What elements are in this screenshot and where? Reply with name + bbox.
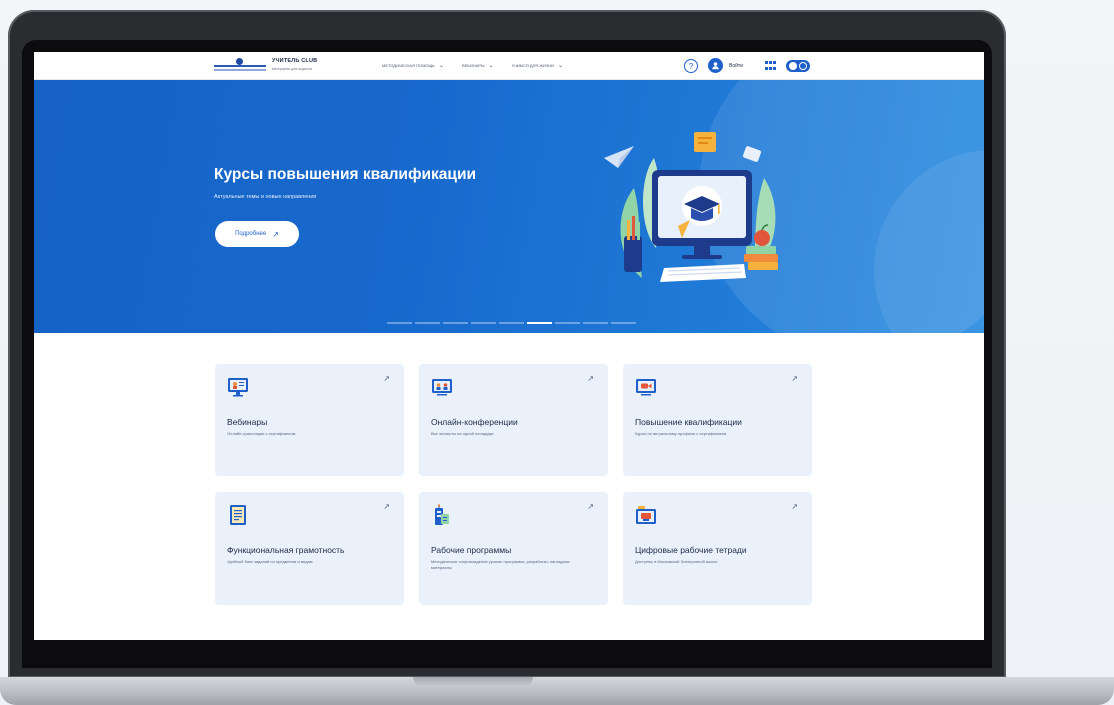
login-link[interactable]: Войти bbox=[729, 63, 743, 69]
card-title: Онлайн-конференции bbox=[431, 417, 518, 427]
card-digital-workbooks[interactable]: ↗ Цифровые рабочие тетради Доступны в Мо… bbox=[623, 492, 812, 605]
hero-title: Курсы повышения квалификации bbox=[214, 166, 477, 183]
arrow-up-right-icon: ↗ bbox=[791, 374, 798, 383]
arrow-up-right-icon: ↗ bbox=[587, 374, 594, 383]
workbook-icon bbox=[636, 506, 656, 524]
brand-title[interactable]: УЧИТЕЛЬ CLUB bbox=[272, 58, 317, 64]
conference-icon bbox=[432, 379, 452, 396]
carousel-dot[interactable] bbox=[415, 322, 440, 324]
graduation-computer-illustration bbox=[604, 132, 778, 282]
card-webinars[interactable]: ↗ Вебинары Онлайн-трансляции с сертифика… bbox=[215, 364, 404, 476]
nav-item-learning-for-life[interactable]: Учимся для жизни ⌄ bbox=[511, 62, 563, 69]
service-cards-grid: ↗ Вебинары Онлайн-трансляции с сертифика… bbox=[215, 364, 812, 605]
carousel-dot[interactable] bbox=[611, 322, 636, 324]
card-description: Онлайн-трансляции с сертификатом bbox=[227, 431, 296, 436]
carousel-dot[interactable] bbox=[471, 322, 496, 324]
card-title: Функциональная грамотность bbox=[227, 545, 345, 555]
card-work-programs[interactable]: ↗ Рабочие программы Методическое сопрово… bbox=[419, 492, 608, 605]
card-description: Удобный банк заданий по предметам и вида… bbox=[227, 559, 313, 564]
apps-grid-icon[interactable] bbox=[765, 61, 776, 71]
accessibility-toggle[interactable] bbox=[786, 60, 810, 72]
nav-item-webinars[interactable]: Вебинары ⌄ bbox=[461, 62, 494, 69]
chevron-down-icon: ⌄ bbox=[557, 62, 563, 69]
laptop-notch bbox=[413, 677, 533, 687]
nav-menu: Методическая помощь ⌄ Вебинары ⌄ Учимся … bbox=[382, 62, 563, 69]
carousel-dot[interactable] bbox=[387, 322, 412, 324]
carousel-dot[interactable] bbox=[583, 322, 608, 324]
top-navbar: УЧИТЕЛЬ CLUB материалы для педагога Мето… bbox=[34, 52, 984, 80]
carousel-indicators bbox=[387, 322, 636, 324]
arrow-up-right-icon: ↗ bbox=[383, 374, 390, 383]
arrow-up-right-icon: ↗ bbox=[383, 502, 390, 511]
carousel-dot-active[interactable] bbox=[527, 322, 552, 324]
card-qualification[interactable]: ↗ Повышение квалификации Курсы по актуал… bbox=[623, 364, 812, 476]
logo-icon[interactable] bbox=[214, 57, 266, 75]
nav-item-methodical-help[interactable]: Методическая помощь ⌄ bbox=[382, 62, 444, 69]
carousel-dot[interactable] bbox=[555, 322, 580, 324]
video-course-icon bbox=[636, 379, 656, 396]
card-title: Рабочие программы bbox=[431, 545, 512, 555]
card-description: Курсы по актуальному профилю с сертифика… bbox=[635, 431, 727, 436]
screen: УЧИТЕЛЬ CLUB материалы для педагога Мето… bbox=[34, 52, 984, 640]
webinar-icon bbox=[228, 378, 248, 397]
brand-subtitle: материалы для педагога bbox=[272, 67, 313, 71]
program-icon bbox=[435, 504, 449, 525]
nav-item-label: Вебинары bbox=[461, 63, 485, 68]
chevron-down-icon: ⌄ bbox=[438, 62, 444, 69]
hero-subtitle: Актуальные темы и новые направления bbox=[214, 194, 317, 200]
nav-item-label: Методическая помощь bbox=[382, 63, 435, 68]
more-button-label: Подробнее bbox=[235, 231, 267, 237]
laptop-base bbox=[0, 677, 1114, 705]
card-description: Методическое сопровождение уроков: прогр… bbox=[431, 559, 570, 570]
more-button[interactable]: Подробнее ↗ bbox=[215, 221, 299, 247]
card-online-conferences[interactable]: ↗ Онлайн-конференции Все эксперты на одн… bbox=[419, 364, 608, 476]
carousel-dot[interactable] bbox=[499, 322, 524, 324]
user-icon[interactable] bbox=[708, 58, 723, 73]
arrow-up-right-icon: ↗ bbox=[587, 502, 594, 511]
hero-banner: Курсы повышения квалификации Актуальные … bbox=[34, 80, 984, 333]
card-title: Повышение квалификации bbox=[635, 417, 742, 427]
card-title: Вебинары bbox=[227, 417, 268, 427]
carousel-dot[interactable] bbox=[443, 322, 468, 324]
document-icon bbox=[230, 505, 246, 525]
nav-item-label: Учимся для жизни bbox=[511, 63, 554, 68]
card-title: Цифровые рабочие тетради bbox=[635, 545, 747, 555]
chevron-down-icon: ⌄ bbox=[488, 62, 494, 69]
card-functional-literacy[interactable]: ↗ Функциональная грамотность Удобный бан… bbox=[215, 492, 404, 605]
card-description: Доступны в Московской Электронной школе bbox=[635, 559, 718, 564]
help-icon[interactable]: ? bbox=[684, 59, 698, 73]
card-description: Все эксперты на одной площадке bbox=[431, 431, 494, 436]
arrow-up-right-icon: ↗ bbox=[272, 229, 279, 239]
arrow-up-right-icon: ↗ bbox=[791, 502, 798, 511]
